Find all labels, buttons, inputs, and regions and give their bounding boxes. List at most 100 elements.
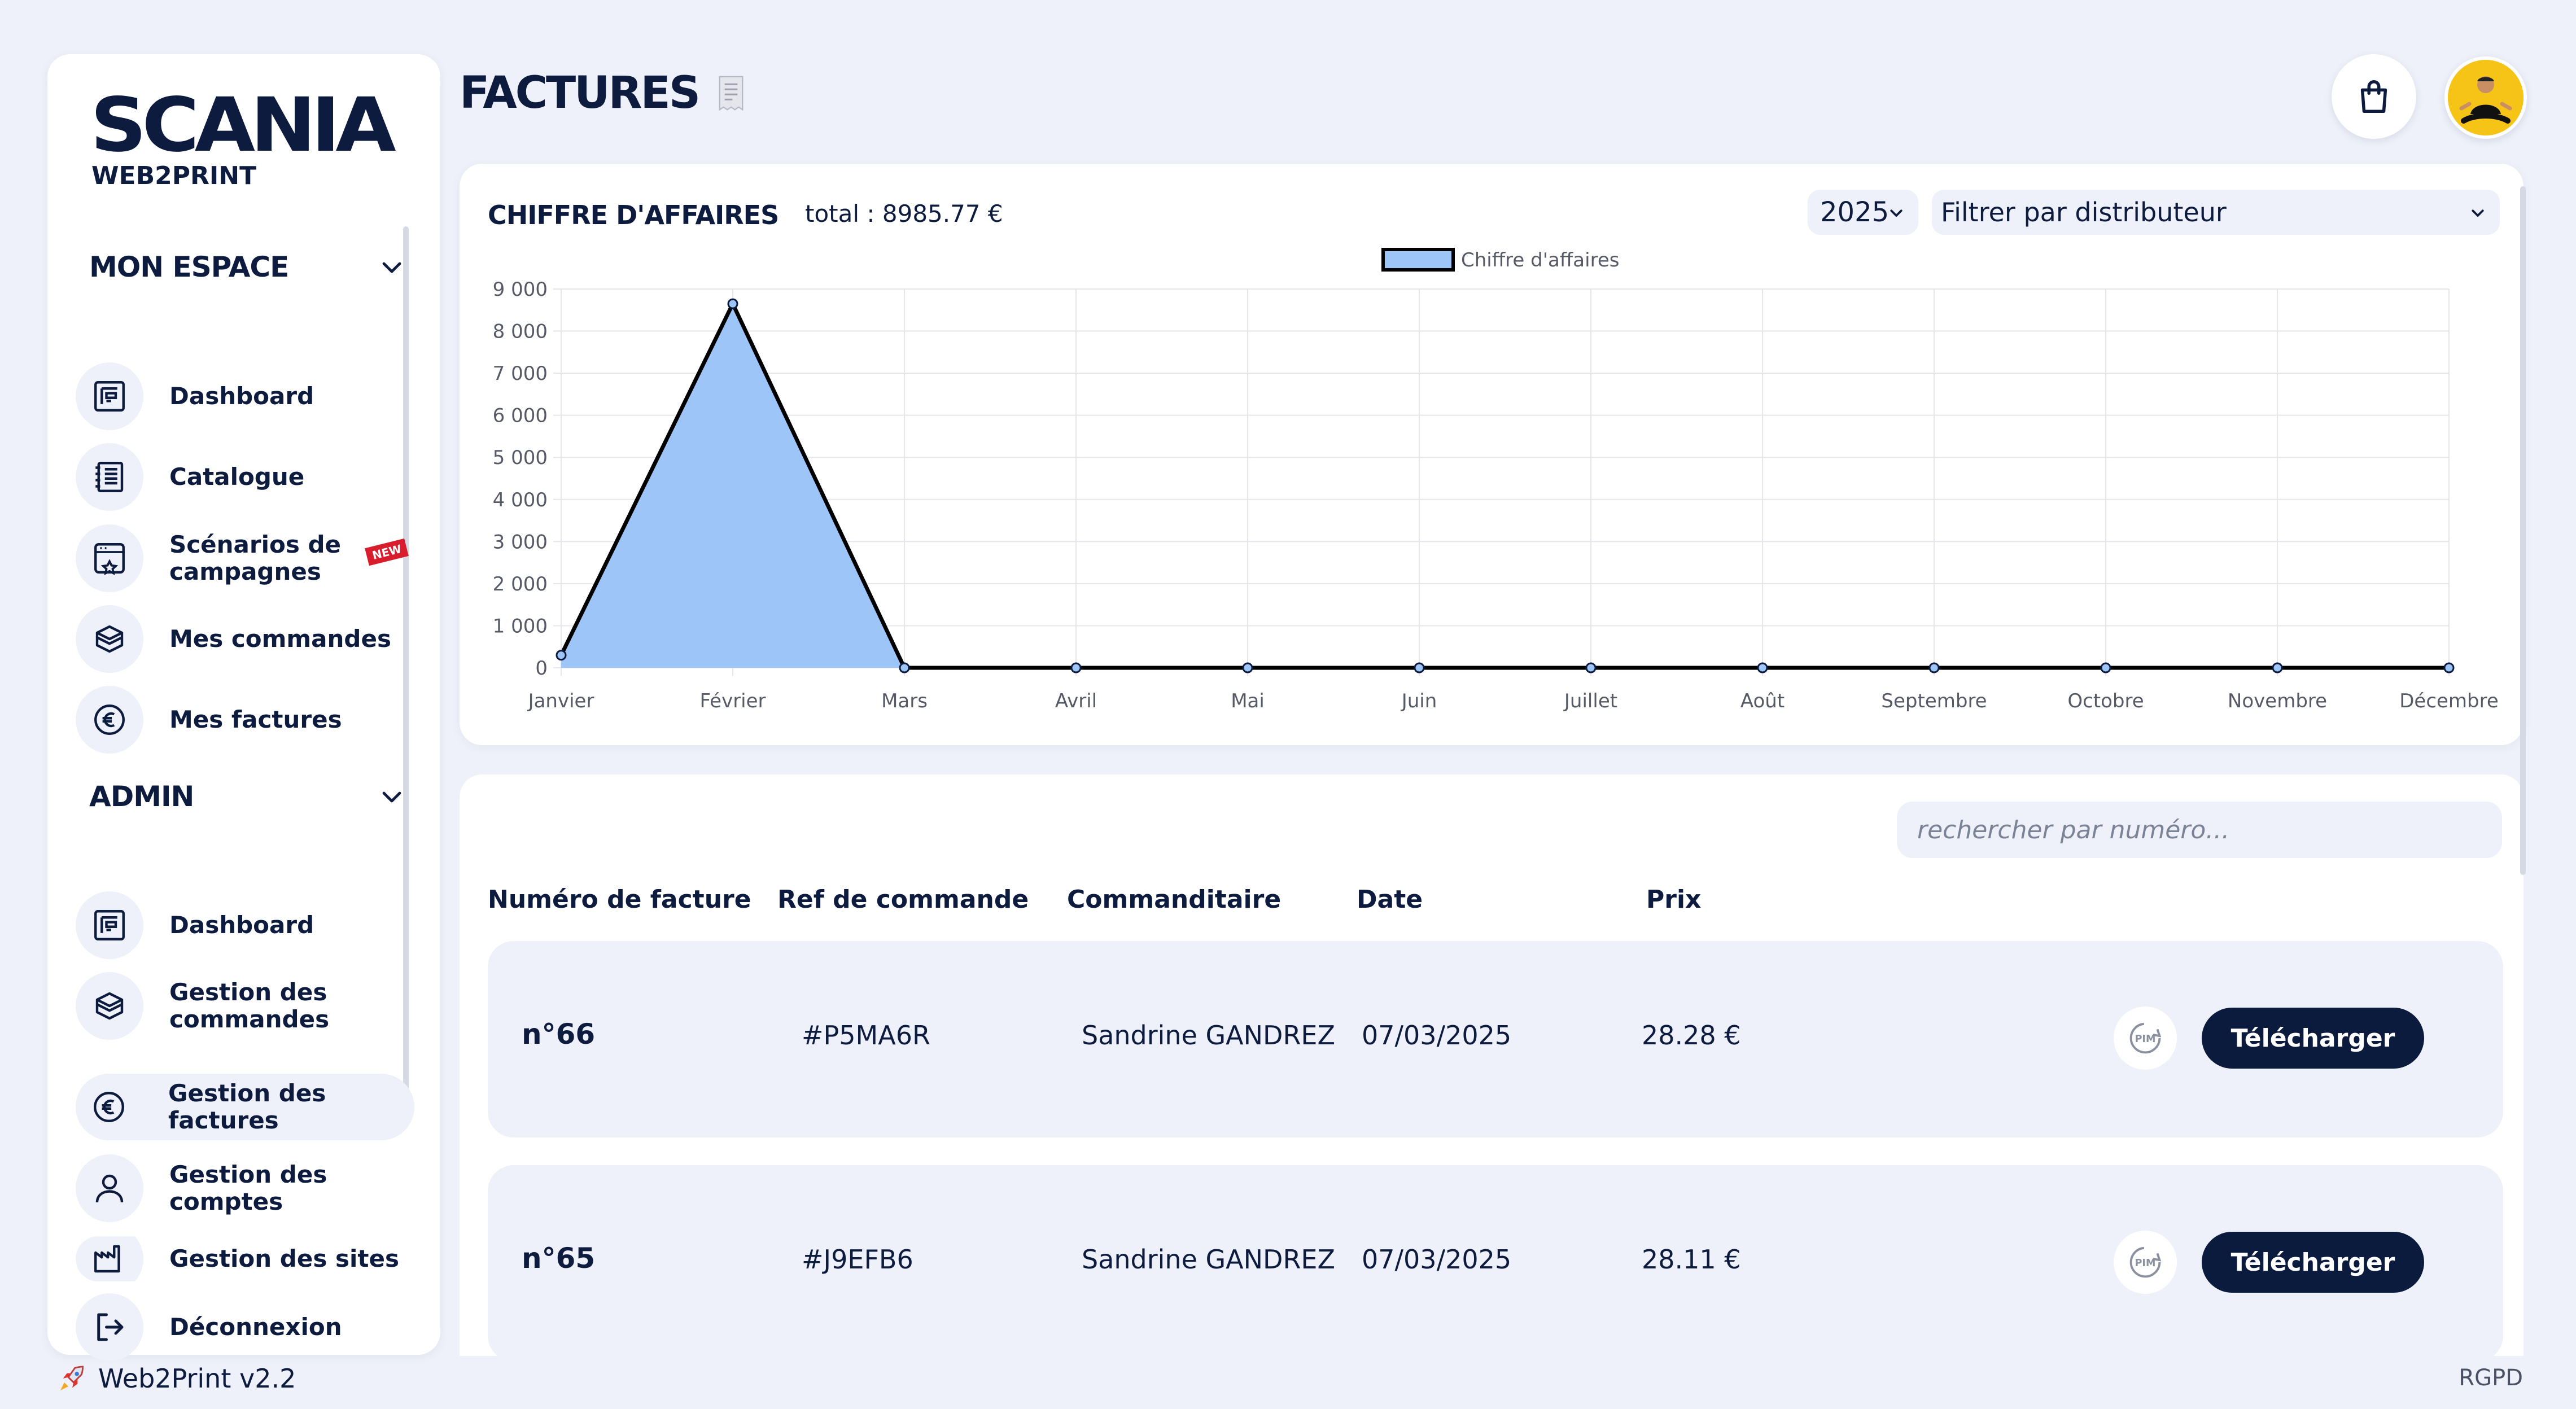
column-header-invoice-number[interactable]: Numéro de facture — [488, 885, 751, 914]
logout-button[interactable]: Déconnexion — [76, 1293, 414, 1361]
svg-text:PIM: PIM — [2135, 1034, 2156, 1045]
sidebar-item-label: Catalogue — [169, 462, 305, 491]
sidebar-item-admin-dashboard[interactable]: Dashboard — [76, 891, 414, 959]
logout-label: Déconnexion — [169, 1312, 342, 1341]
avatar[interactable] — [2444, 56, 2527, 139]
x-tick-label: Juin — [1401, 690, 1437, 712]
campaign-icon — [76, 524, 143, 592]
invoice-price: 28.28 € — [1642, 1020, 1741, 1051]
sidebar-item-gestion-sites[interactable]: Gestion des sites — [76, 1236, 414, 1281]
y-tick-label: 7 000 — [493, 362, 548, 385]
version-footer: Web2Print v2.2 — [56, 1363, 296, 1394]
download-button[interactable]: Télécharger — [2202, 1008, 2424, 1069]
chevron-down-icon — [382, 262, 401, 273]
sidebar-item-label: Gestion des factures — [168, 1079, 326, 1134]
column-header-date[interactable]: Date — [1357, 885, 1423, 914]
section-admin[interactable]: ADMIN — [89, 780, 405, 813]
data-point — [727, 298, 738, 309]
page-title: FACTURES — [460, 68, 746, 119]
sidebar-item-label: Gestion des commandes — [169, 978, 330, 1033]
pim-icon: PIM — [2129, 1246, 2162, 1278]
brand-subtitle: WEB2PRINT — [91, 161, 257, 190]
brand-logo[interactable]: SCANIA — [90, 88, 396, 163]
rgpd-link[interactable]: RGPD — [2459, 1365, 2523, 1391]
x-tick-label: Mars — [881, 690, 928, 712]
client-name: Sandrine GANDREZ — [1082, 1020, 1335, 1051]
data-point — [2100, 662, 2111, 673]
download-button[interactable]: Télécharger — [2202, 1232, 2424, 1293]
chevron-down-icon — [382, 791, 401, 803]
page-title-text: FACTURES — [460, 68, 701, 119]
sidebar-item-dashboard[interactable]: Dashboard — [76, 362, 414, 430]
data-point — [1414, 662, 1425, 673]
x-tick-label: Avril — [1055, 690, 1097, 712]
table-row[interactable]: n°66 #P5MA6R Sandrine GANDREZ 07/03/2025… — [488, 941, 2503, 1137]
section-title: ADMIN — [89, 780, 194, 813]
shopping-bag-icon — [2360, 80, 2387, 113]
invoices-table-card: Numéro de facture Ref de commande Comman… — [460, 774, 2523, 1356]
sidebar-item-gestion-comptes[interactable]: Gestion des comptes — [76, 1154, 414, 1222]
user-icon — [76, 1154, 143, 1222]
y-tick-label: 6 000 — [493, 405, 548, 427]
factory-icon — [76, 1236, 143, 1281]
sidebar-item-label: Scénarios de campagnes — [169, 530, 342, 585]
legend-label: Chiffre d'affaires — [1461, 249, 1619, 272]
logout-icon — [76, 1293, 143, 1361]
sidebar-item-gestion-factures[interactable]: Gestion des factures — [76, 1074, 414, 1140]
data-point — [2443, 662, 2455, 673]
x-tick-label: Février — [699, 690, 766, 712]
pim-sync-button[interactable]: PIM — [2114, 1231, 2177, 1294]
column-header-price[interactable]: Prix — [1646, 885, 1701, 914]
sidebar-item-gestion-commandes[interactable]: Gestion des commandes — [76, 972, 414, 1040]
revenue-chart-card: CHIFFRE D'AFFAIRES total : 8985.77 € 202… — [460, 164, 2523, 745]
main-scrollbar[interactable] — [2520, 186, 2526, 875]
revenue-area-chart: 0 1 000 2 000 3 000 4 000 5 000 6 000 7 000 8 00… — [493, 248, 2499, 712]
x-tick-label: Mai — [1231, 690, 1265, 712]
series-area — [561, 304, 2449, 668]
x-tick-label: Octobre — [2067, 690, 2144, 712]
version-label: Web2Print v2.2 — [98, 1363, 296, 1394]
invoice-number: n°66 — [522, 1018, 596, 1051]
data-point — [1242, 662, 1253, 673]
y-tick-label: 3 000 — [493, 531, 548, 553]
y-tick-label: 0 — [535, 657, 548, 680]
sidebar-item-label: Mes factures — [169, 705, 342, 733]
pim-icon: PIM — [2129, 1022, 2162, 1054]
y-tick-label: 8 000 — [493, 321, 548, 343]
y-tick-label: 5 000 — [493, 447, 548, 469]
column-header-order-ref[interactable]: Ref de commande — [777, 885, 1029, 914]
search-input[interactable] — [1897, 802, 2502, 858]
sidebar-item-catalogue[interactable]: Catalogue — [76, 443, 414, 511]
dashboard-icon — [76, 362, 143, 430]
section-title: MON ESPACE — [89, 251, 289, 283]
y-tick-label: 2 000 — [493, 573, 548, 596]
sidebar-item-mes-commandes[interactable]: Mes commandes — [76, 605, 414, 673]
sidebar: SCANIA WEB2PRINT MON ESPACE Dashboard Ca… — [47, 54, 440, 1361]
y-tick-label: 1 000 — [493, 615, 548, 637]
data-point — [1070, 662, 1082, 673]
euro-icon — [76, 1074, 142, 1140]
legend-swatch — [1381, 248, 1455, 272]
pim-sync-button[interactable]: PIM — [2114, 1007, 2177, 1070]
sidebar-item-mes-factures[interactable]: Mes factures — [76, 686, 414, 754]
section-mon-espace[interactable]: MON ESPACE — [89, 251, 405, 283]
box-icon — [76, 972, 143, 1040]
invoice-icon — [719, 76, 744, 111]
x-tick-label: Janvier — [527, 690, 594, 712]
x-tick-label: Novembre — [2228, 690, 2327, 712]
column-header-client[interactable]: Commanditaire — [1067, 885, 1281, 914]
sidebar-item-label: Gestion des sites — [169, 1244, 399, 1272]
order-ref: #J9EFB6 — [802, 1244, 913, 1275]
order-ref: #P5MA6R — [802, 1020, 930, 1051]
x-tick-label: Juillet — [1563, 690, 1617, 712]
x-tick-label: Août — [1740, 690, 1785, 712]
table-row[interactable]: n°65 #J9EFB6 Sandrine GANDREZ 07/03/2025… — [488, 1165, 2503, 1356]
user-avatar-icon — [2448, 60, 2523, 135]
cart-button[interactable] — [2332, 54, 2416, 139]
invoice-date: 07/03/2025 — [1362, 1020, 1512, 1051]
data-point — [1757, 662, 1768, 673]
sidebar-item-scenarios[interactable]: Scénarios de campagnes — [76, 524, 414, 592]
dashboard-icon — [76, 891, 143, 959]
data-point — [556, 650, 567, 661]
sidebar-item-label: Dashboard — [169, 911, 314, 939]
